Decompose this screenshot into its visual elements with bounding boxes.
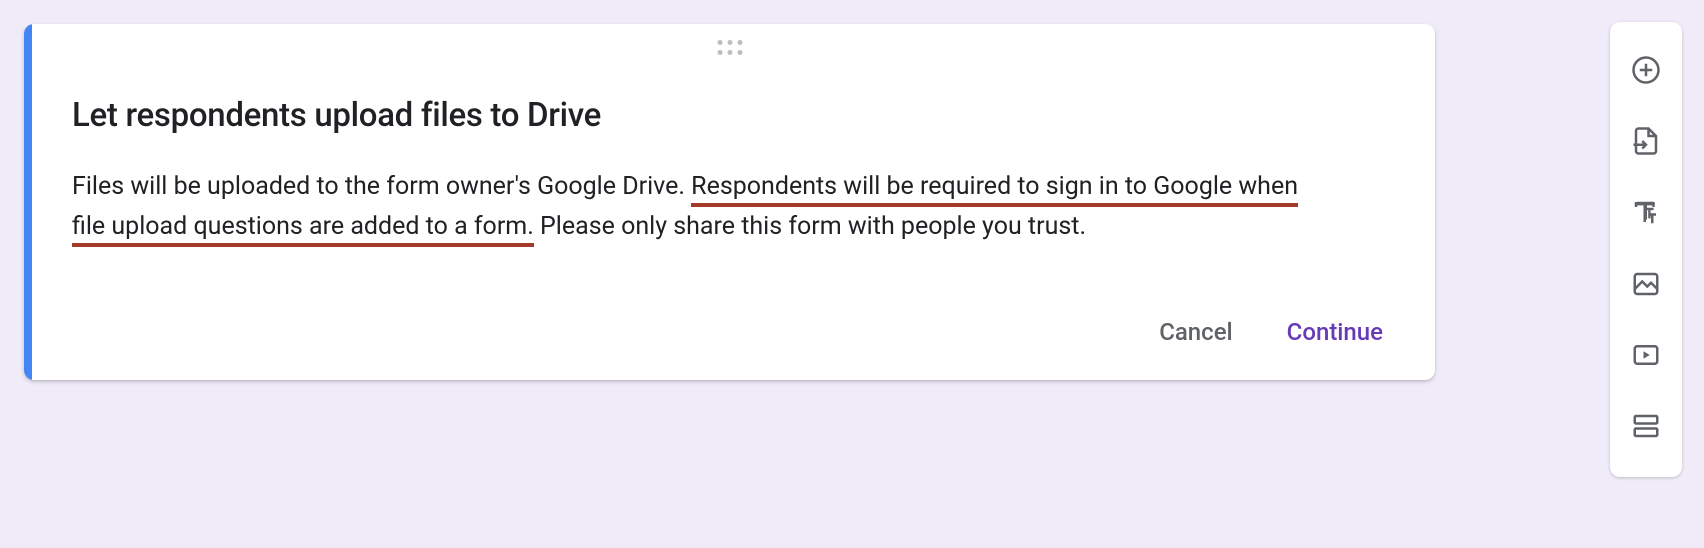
upload-permission-card: Let respondents upload files to Drive Fi… — [24, 24, 1435, 380]
dialog-actions: Cancel Continue — [1147, 310, 1395, 354]
import-file-icon — [1631, 126, 1661, 159]
cancel-button[interactable]: Cancel — [1147, 310, 1244, 354]
drag-handle-icon[interactable] — [717, 40, 742, 55]
card-content: Let respondents upload files to Drive Fi… — [24, 24, 1435, 283]
dialog-title: Let respondents upload files to Drive — [72, 96, 1387, 135]
import-questions-button[interactable] — [1624, 121, 1668, 165]
question-toolbar — [1610, 22, 1682, 477]
video-icon — [1631, 340, 1661, 373]
image-icon — [1631, 269, 1661, 302]
card-accent-bar — [24, 24, 32, 380]
continue-button[interactable]: Continue — [1275, 310, 1395, 354]
add-question-button[interactable] — [1624, 50, 1668, 94]
add-video-button[interactable] — [1624, 334, 1668, 378]
body-text-underlined-2: file upload questions are added to a for… — [72, 212, 534, 247]
add-image-button[interactable] — [1624, 263, 1668, 307]
body-text-post: Please only share this form with people … — [534, 212, 1086, 241]
dialog-body: Files will be uploaded to the form owner… — [72, 167, 1387, 247]
section-icon — [1631, 411, 1661, 444]
body-text-pre: Files will be uploaded to the form owner… — [72, 172, 691, 201]
add-section-button[interactable] — [1624, 405, 1668, 449]
body-text-underlined-1: Respondents will be required to sign in … — [691, 172, 1298, 207]
text-icon — [1631, 197, 1661, 230]
plus-circle-icon — [1631, 55, 1661, 88]
add-title-button[interactable] — [1624, 192, 1668, 236]
